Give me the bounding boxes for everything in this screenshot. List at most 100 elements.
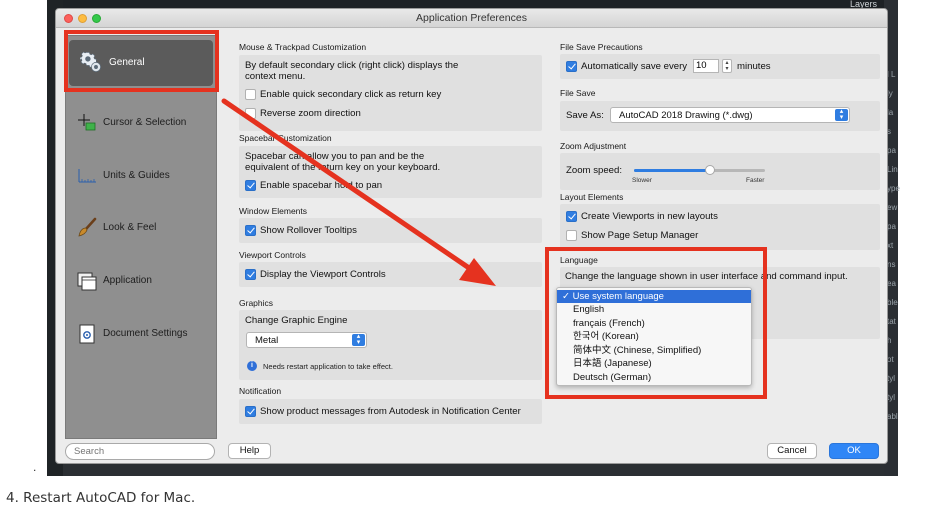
cad-snippet: pa: [887, 222, 896, 231]
section-notification: Notification: [239, 386, 282, 396]
cad-snippet: abl: [887, 412, 898, 421]
cad-snippet: ble: [887, 298, 898, 307]
autosave-checkbox[interactable]: [566, 61, 577, 72]
sidebar-item-label: Application: [103, 275, 152, 286]
cad-snippet: ea: [887, 279, 896, 288]
title-bar[interactable]: Application Preferences: [56, 9, 887, 28]
section-mouse-trackpad: Mouse & Trackpad Customization: [239, 42, 367, 52]
cad-snippet: l L: [887, 70, 896, 79]
section-zoom-adjustment: Zoom Adjustment: [560, 141, 627, 151]
save-as-value: AutoCAD 2018 Drawing (*.dwg): [619, 110, 753, 121]
cad-snippet: ype: [887, 184, 900, 193]
sidebar-item-application[interactable]: Application: [66, 262, 216, 302]
zoom-speed-fill: [634, 169, 710, 172]
file-save-panel: Save As: AutoCAD 2018 Drawing (*.dwg) ▴ ▾: [560, 101, 880, 131]
cad-snippet: ns: [887, 260, 896, 269]
section-viewport-controls: Viewport Controls: [239, 250, 306, 260]
sidebar-item-label: Cursor & Selection: [103, 117, 187, 128]
zoom-speed-label: Zoom speed:: [566, 165, 622, 176]
page-setup-manager-checkbox[interactable]: [566, 230, 577, 241]
sidebar-item-units-guides[interactable]: Units & Guides: [66, 157, 216, 197]
highlight-general-box: [64, 30, 219, 92]
cad-snippet: tyl: [887, 374, 895, 383]
window-icon: [76, 270, 98, 292]
reverse-zoom-label: Reverse zoom direction: [260, 108, 361, 119]
mouse-panel: By default secondary click (right click)…: [239, 55, 542, 131]
layout-elements-panel: Create Viewports in new layouts Show Pag…: [560, 204, 880, 250]
section-file-save: File Save: [560, 88, 596, 98]
sidebar: General Cursor & Selection Units & Guide…: [65, 35, 217, 439]
slower-label: Slower: [632, 177, 652, 184]
quick-secondary-click-label: Enable quick secondary click as return k…: [260, 89, 442, 100]
updown-chevron-icon: ▴ ▾: [352, 333, 365, 346]
cursor-icon: [76, 112, 98, 134]
zoom-speed-thumb[interactable]: [704, 165, 715, 175]
spacebar-panel: Spacebar can allow you to pan and be the…: [239, 146, 542, 198]
help-button[interactable]: Help: [228, 443, 271, 459]
graphic-engine-select[interactable]: Metal ▴ ▾: [246, 332, 367, 348]
search-field[interactable]: [65, 443, 215, 460]
ok-button[interactable]: OK: [829, 443, 879, 459]
notification-panel: Show product messages from Autodesk in N…: [239, 399, 542, 424]
list-bullet: .: [33, 460, 37, 474]
spacebar-desc-line2: equivalent of the return key on your key…: [245, 162, 441, 173]
sidebar-item-label: Document Settings: [103, 328, 188, 339]
graphic-engine-value: Metal: [255, 335, 279, 346]
viewport-controls-label: Display the Viewport Controls: [260, 269, 386, 280]
product-messages-checkbox[interactable]: [245, 406, 256, 417]
mouse-desc-line2: context menu.: [245, 71, 306, 82]
document-icon: [76, 323, 98, 345]
spacebar-desc-line1: Spacebar can allow you to pan and be the: [245, 151, 425, 162]
zoom-panel: Zoom speed: Slower Faster: [560, 153, 880, 190]
viewport-controls-checkbox[interactable]: [245, 269, 256, 280]
rollover-tooltips-checkbox[interactable]: [245, 225, 256, 236]
autosave-label: Automatically save every: [581, 61, 688, 72]
save-as-label: Save As:: [566, 110, 604, 121]
file-save-precautions-panel: Automatically save every 10 ▴ ▾ minutes: [560, 54, 880, 79]
cad-snippet: ew: [887, 203, 898, 212]
save-as-select[interactable]: AutoCAD 2018 Drawing (*.dwg) ▴ ▾: [610, 107, 850, 123]
section-window-elements: Window Elements: [239, 206, 308, 216]
updown-chevron-icon: ▴ ▾: [835, 108, 848, 121]
faster-label: Faster: [746, 177, 765, 184]
sidebar-item-document-settings[interactable]: Document Settings: [66, 315, 216, 355]
section-graphics: Graphics: [239, 298, 274, 308]
screenshot-stage: Layers l Lly la s pa Lin ype ew pa xt ns ea ble tat h…: [0, 0, 938, 514]
page-setup-manager-label: Show Page Setup Manager: [581, 230, 699, 241]
minutes-stepper[interactable]: ▴ ▾: [722, 59, 732, 73]
brush-icon: [76, 217, 98, 239]
restart-note: Needs restart application to take effect…: [263, 362, 393, 371]
reverse-zoom-checkbox[interactable]: [245, 108, 256, 119]
cancel-button[interactable]: Cancel: [767, 443, 817, 459]
product-messages-label: Show product messages from Autodesk in N…: [260, 406, 521, 417]
cad-snippet: tat: [887, 317, 896, 326]
spacebar-pan-label: Enable spacebar hold to pan: [260, 180, 383, 191]
sidebar-item-look-feel[interactable]: Look & Feel: [66, 209, 216, 249]
viewport-controls-panel: Display the Viewport Controls: [239, 262, 542, 287]
ruler-icon: [76, 165, 98, 187]
mouse-desc-line1: By default secondary click (right click)…: [245, 60, 459, 71]
zoom-speed-slider[interactable]: [634, 165, 765, 175]
minutes-label: minutes: [737, 61, 771, 72]
autosave-minutes-input[interactable]: 10: [693, 59, 719, 73]
sidebar-item-label: Units & Guides: [103, 170, 170, 181]
info-icon: i: [247, 361, 257, 371]
sidebar-item-cursor-selection[interactable]: Cursor & Selection: [66, 104, 216, 144]
create-viewports-checkbox[interactable]: [566, 211, 577, 222]
spacebar-pan-checkbox[interactable]: [245, 180, 256, 191]
step-caption: 4. Restart AutoCAD for Mac.: [6, 490, 196, 506]
rollover-tooltips-label: Show Rollover Tooltips: [260, 225, 357, 236]
graphics-panel: Change Graphic Engine Metal ▴ ▾ i Needs r…: [239, 310, 542, 380]
sidebar-item-label: Look & Feel: [103, 222, 157, 233]
cad-snippet: pa: [887, 146, 896, 155]
quick-secondary-click-checkbox[interactable]: [245, 89, 256, 100]
highlight-language-box: [545, 247, 767, 399]
cad-snippet: tyl: [887, 393, 895, 402]
cad-snippet: Lin: [887, 165, 898, 174]
section-file-save-precautions: File Save Precautions: [560, 42, 643, 52]
search-input[interactable]: [74, 445, 204, 458]
window-title: Application Preferences: [416, 12, 527, 24]
graphic-engine-label: Change Graphic Engine: [245, 315, 348, 326]
window-elements-panel: Show Rollover Tooltips: [239, 218, 542, 243]
cad-snippet: ot: [887, 355, 894, 364]
